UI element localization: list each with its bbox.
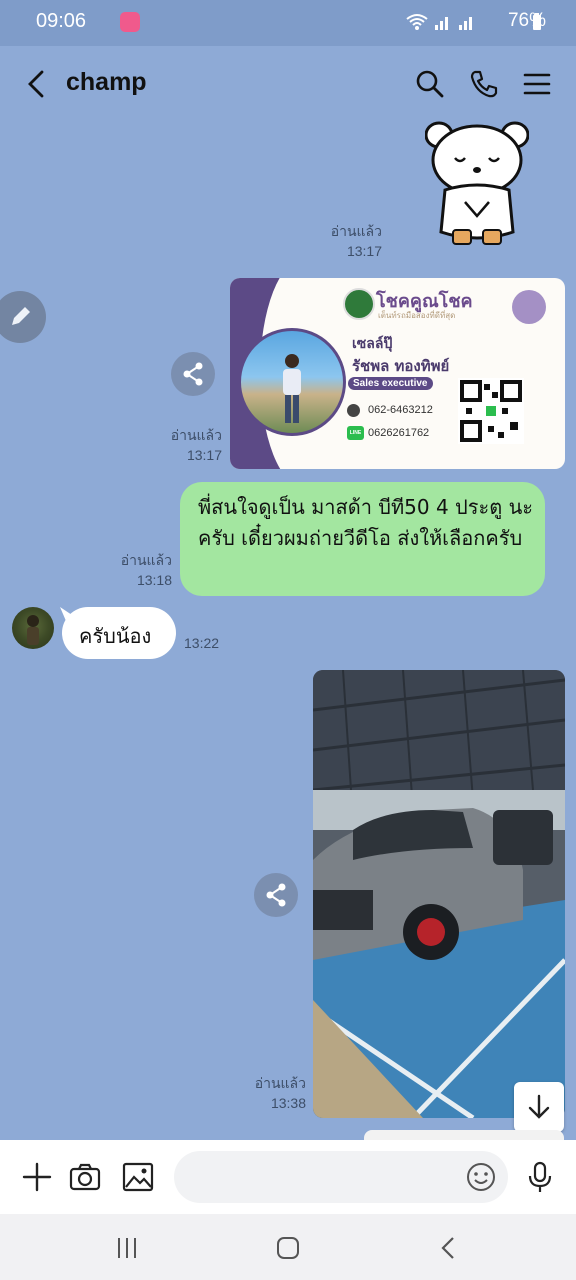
edit-button[interactable]: [0, 291, 46, 343]
share-icon: [183, 362, 203, 386]
my-message-bubble[interactable]: พี่สนใจดูเป็น มาสด้า บีที50 4 ประตู นะคร…: [180, 482, 545, 596]
scroll-to-bottom-button[interactable]: [514, 1082, 564, 1132]
person-figure: [283, 354, 301, 423]
card-tagline: เต็นท์รถมือสองที่ดีที่สุด: [378, 311, 456, 320]
card-nickname: เซลล์ปุ๊: [352, 336, 393, 352]
status-bar: 09:06 76%: [0, 0, 576, 46]
notification-app-icon: [120, 12, 140, 32]
image-icon[interactable]: [121, 1160, 155, 1194]
their-message-text: ครับน้อง: [79, 624, 152, 648]
avatar[interactable]: [12, 607, 54, 649]
recent-apps-icon[interactable]: [112, 1234, 142, 1262]
brand-logo: [343, 288, 375, 320]
qr-code-icon: [458, 378, 524, 444]
line-badge: LINE: [347, 426, 364, 440]
sent-time: 13:18: [136, 572, 172, 588]
arrow-down-icon: [528, 1094, 550, 1119]
emoji-icon[interactable]: [465, 1161, 497, 1193]
my-message-text: พี่สนใจดูเป็น มาสด้า บีที50 4 ประตู นะคร…: [198, 495, 533, 550]
card-phone: 062-6463212: [368, 404, 433, 416]
avatar-figure: [27, 615, 39, 645]
read-label: อ่านแล้ว: [330, 223, 382, 239]
home-icon[interactable]: [273, 1234, 303, 1262]
card-role: Sales executive: [348, 377, 433, 390]
phone-icon[interactable]: [466, 66, 502, 102]
sent-time: 13:17: [346, 243, 382, 259]
sticker-status: อ่านแล้ว 13:17: [300, 221, 382, 261]
share-button[interactable]: [254, 873, 298, 917]
status-icons: [406, 13, 476, 31]
card-decoration: [512, 290, 546, 324]
sticker-image[interactable]: [425, 120, 529, 255]
share-icon: [266, 883, 286, 907]
business-card-image[interactable]: โชคคูณโชค เต็นท์รถมือสองที่ดีที่สุด เซลล…: [230, 278, 565, 469]
card-line-id: 0626261762: [368, 427, 430, 439]
status-time: 09:06: [36, 10, 87, 32]
back-icon[interactable]: [22, 66, 54, 102]
car-photo[interactable]: [313, 670, 565, 1118]
card-portrait: [238, 328, 346, 436]
sent-time: 13:38: [270, 1095, 306, 1111]
read-label: อ่านแล้ว: [120, 552, 172, 568]
card-name: รัชพล ทองทิพย์: [352, 357, 450, 375]
photo-status: อ่านแล้ว 13:38: [224, 1073, 306, 1113]
signal-icon: [435, 17, 448, 30]
system-nav-bar: [0, 1214, 576, 1280]
menu-icon[interactable]: [519, 66, 555, 102]
chat-header: champ: [0, 46, 576, 122]
back-nav-icon[interactable]: [434, 1234, 464, 1262]
wifi-icon: [406, 14, 428, 30]
share-button[interactable]: [171, 352, 215, 396]
message-composer: [0, 1140, 576, 1214]
read-label: อ่านแล้ว: [170, 427, 222, 443]
their-message-bubble[interactable]: ครับน้อง: [62, 607, 176, 659]
sent-time: 13:17: [186, 447, 222, 463]
message-input[interactable]: [174, 1151, 508, 1203]
phone-icon: [347, 404, 360, 417]
chat-title[interactable]: champ: [66, 68, 147, 97]
battery-icon: [533, 13, 541, 30]
camera-icon[interactable]: [68, 1160, 102, 1194]
read-label: อ่านแล้ว: [254, 1075, 306, 1091]
reply-time: 13:22: [184, 635, 220, 651]
car-scene: [313, 670, 565, 1118]
card-status: อ่านแล้ว 13:17: [140, 425, 222, 465]
search-icon[interactable]: [412, 66, 448, 102]
pencil-icon: [12, 307, 30, 325]
signal-icon-2: [459, 17, 472, 30]
text-status: อ่านแล้ว 13:18: [90, 550, 172, 590]
line-badge-label: LINE: [349, 430, 362, 436]
plus-icon[interactable]: [20, 1160, 54, 1194]
microphone-icon[interactable]: [523, 1160, 557, 1194]
